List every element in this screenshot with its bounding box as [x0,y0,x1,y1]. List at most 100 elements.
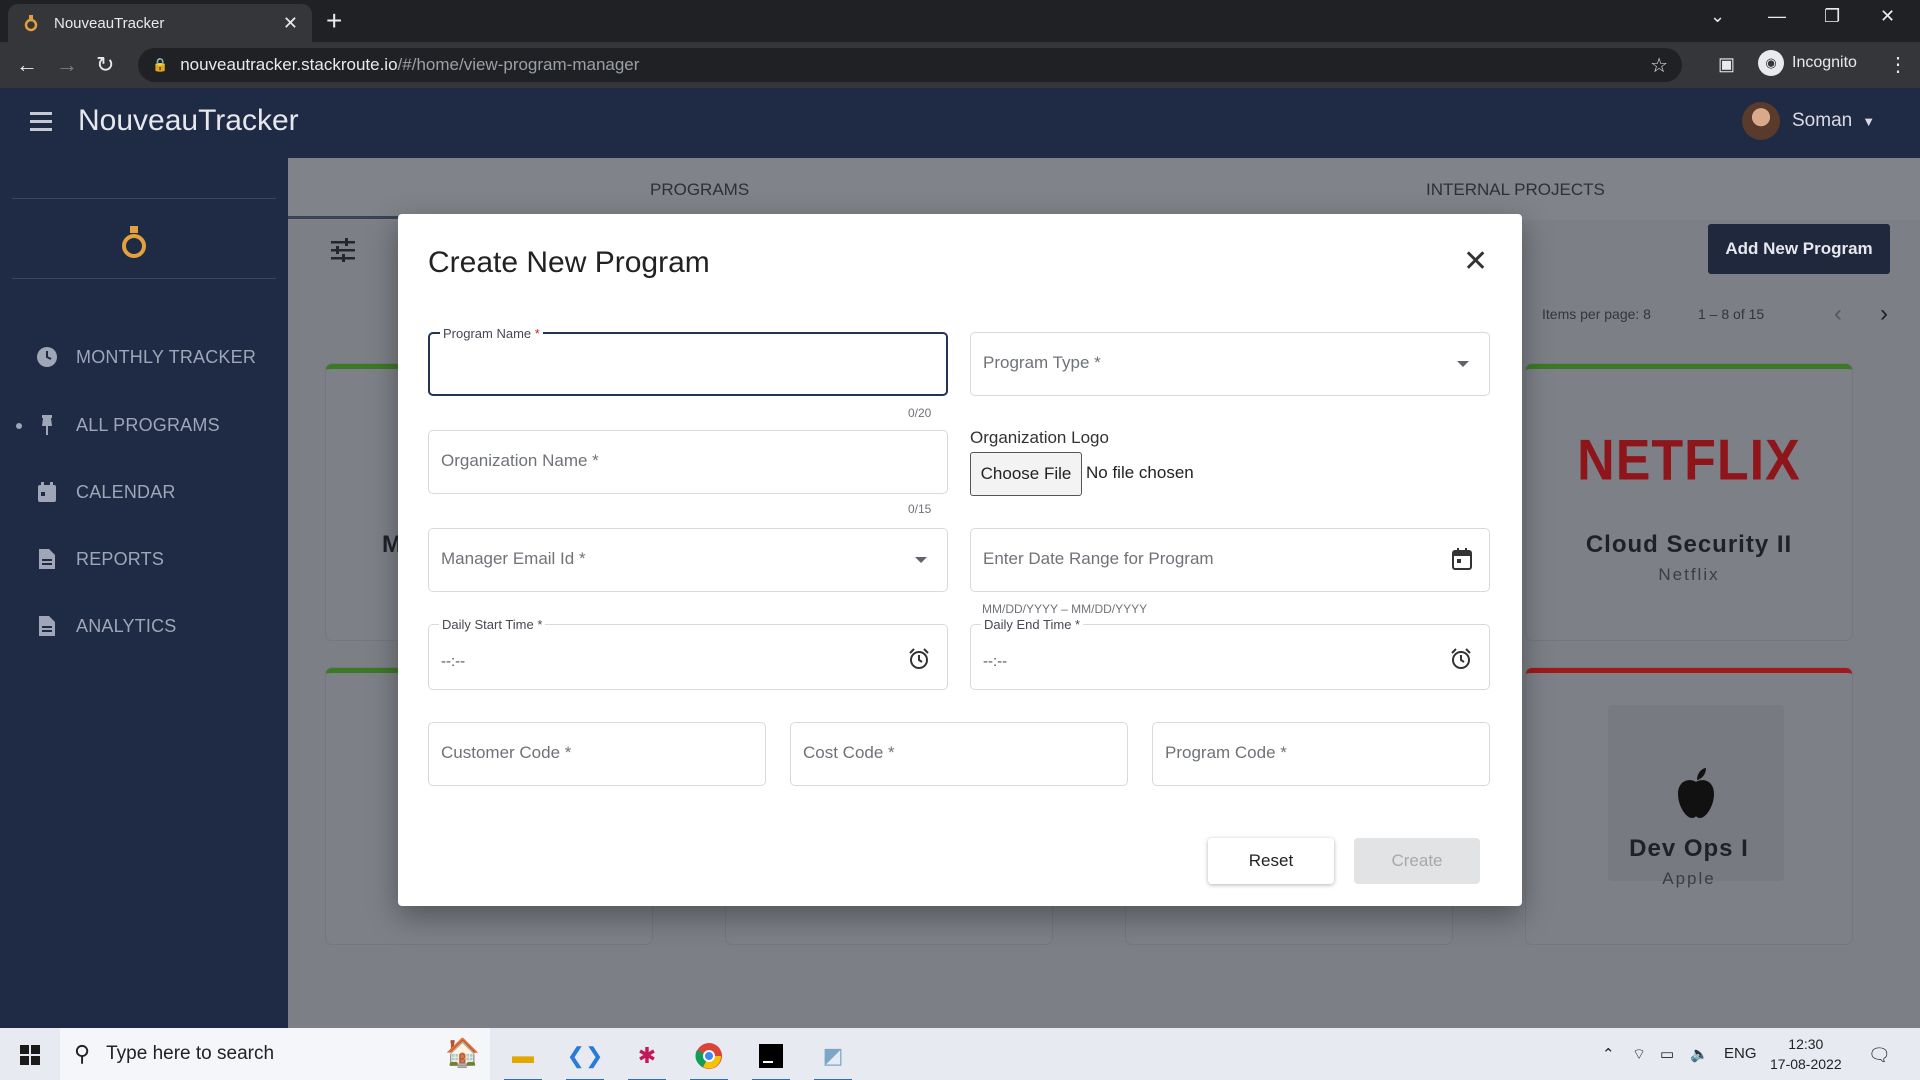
tab-programs[interactable]: PROGRAMS [650,180,749,200]
next-page-icon[interactable]: › [1880,300,1888,328]
date-range-field[interactable]: Enter Date Range for Program [970,528,1490,592]
incognito-indicator[interactable]: ◉ Incognito [1758,50,1857,76]
sidebar-item-label: ANALYTICS [76,615,177,636]
card-org: Netflix [1658,565,1720,584]
sidebar-item-analytics[interactable]: ANALYTICS [36,615,177,637]
program-name-field[interactable]: Program Name * [428,326,948,396]
browser-tab[interactable]: NouveauTracker ✕ [8,4,312,42]
daily-end-time-label: Daily End Time * [981,617,1084,632]
chrome-icon[interactable] [686,1036,732,1080]
new-tab-icon[interactable]: + [326,6,342,36]
daily-start-time-value: --:-- [441,653,466,670]
address-bar[interactable]: 🔒 nouveautracker.stackroute.io/#/home/vi… [138,48,1682,82]
daily-end-time-field[interactable]: Daily End Time * --:-- [970,617,1490,690]
sidebar-item-all-programs[interactable]: ALL PROGRAMS [36,414,220,436]
search-highlight-icon: 🏠 [445,1037,480,1068]
taskbar: ⚲ Type here to search 🏠 ▬ ❮❯ ✱ ◩ ⌃ ⌔ ▭ 🔈… [0,1028,1920,1080]
chevron-down-icon [1457,361,1469,367]
cost-code-placeholder: Cost Code * [803,743,895,762]
clock-icon [36,346,58,368]
incognito-icon: ◉ [1758,50,1784,76]
browser-toolbar: ← → ↻ 🔒 nouveautracker.stackroute.io/#/h… [0,42,1920,88]
taskbar-search[interactable]: ⚲ Type here to search 🏠 [60,1028,490,1080]
slack-icon[interactable]: ✱ [624,1036,670,1080]
manager-email-select[interactable]: Manager Email Id * [428,528,948,592]
filter-icon[interactable] [330,238,356,269]
tab-internal-projects[interactable]: INTERNAL PROJECTS [1426,180,1605,200]
pin-icon [36,414,58,436]
dialog-title: Create New Program [428,246,710,279]
program-card-apple[interactable]: Dev Ops I Apple [1526,668,1852,944]
program-name-label: Program Name * [440,326,543,341]
intellij-icon[interactable] [748,1036,794,1080]
window-close-icon[interactable]: ✕ [1880,6,1895,27]
hamburger-menu-icon[interactable] [30,112,52,136]
battery-icon[interactable]: ▭ [1660,1045,1674,1063]
site-favicon-icon [22,14,40,32]
daily-start-time-field[interactable]: Daily Start Time * --:-- [428,617,948,690]
program-name-counter: 0/20 [908,406,932,420]
divider [12,278,276,279]
back-icon[interactable]: ← [16,52,38,78]
organization-logo-label: Organization Logo [970,428,1109,447]
browser-menu-icon[interactable]: ⋮ [1888,52,1908,77]
program-card-netflix[interactable]: NETFLIX Cloud Security II Netflix [1526,364,1852,640]
chevron-down-icon [915,557,927,563]
incognito-label: Incognito [1792,54,1857,71]
sidebar-item-monthly-tracker[interactable]: MONTHLY TRACKER [36,346,256,368]
side-panel-icon[interactable]: ▣ [1718,54,1735,75]
daily-end-time-value: --:-- [983,653,1008,670]
alarm-clock-icon[interactable] [907,647,931,677]
cost-code-field[interactable]: Cost Code * [790,722,1128,786]
manager-email-placeholder: Manager Email Id * [441,549,586,568]
reset-button[interactable]: Reset [1208,838,1334,884]
customer-code-field[interactable]: Customer Code * [428,722,766,786]
chevron-up-icon[interactable]: ⌃ [1602,1045,1615,1063]
volume-icon[interactable]: 🔈 [1690,1045,1709,1063]
network-icon[interactable]: ⌔ [1632,1045,1646,1064]
items-per-page-label: Items per page: [1542,306,1640,322]
tab-search-icon[interactable]: ⌄ [1710,6,1725,27]
organization-name-field[interactable]: Organization Name * [428,430,948,494]
sidebar-item-reports[interactable]: REPORTS [36,548,164,570]
customer-code-placeholder: Customer Code * [441,743,572,762]
sidebar-item-label: CALENDAR [76,481,176,502]
reload-icon[interactable]: ↻ [96,52,114,78]
tab-close-icon[interactable]: ✕ [283,13,298,34]
forward-icon[interactable]: → [56,52,78,78]
clock[interactable]: 12:30 17-08-2022 [1770,1034,1842,1074]
restore-icon[interactable]: ❐ [1824,6,1840,27]
language-indicator[interactable]: ENG [1724,1045,1757,1062]
clock-time: 12:30 [1788,1036,1824,1052]
search-icon: ⚲ [74,1041,91,1066]
bookmark-star-icon[interactable]: ☆ [1650,53,1668,78]
items-per-page-value[interactable]: 8 [1643,306,1651,322]
create-button[interactable]: Create [1354,838,1480,884]
alarm-clock-icon[interactable] [1449,647,1473,677]
app-icon[interactable]: ◩ [810,1036,856,1080]
clock-date: 17-08-2022 [1770,1056,1842,1072]
date-range-placeholder: Enter Date Range for Program [983,549,1214,568]
file-explorer-icon[interactable]: ▬ [500,1036,546,1080]
sidebar-item-calendar[interactable]: CALENDAR [36,481,176,503]
program-code-field[interactable]: Program Code * [1152,722,1490,786]
avatar [1742,102,1780,140]
choose-file-button[interactable]: Choose File [970,452,1082,496]
add-new-program-button[interactable]: Add New Program [1708,224,1890,274]
url-text: nouveautracker.stackroute.io/#/home/view… [180,55,640,74]
divider [12,198,276,199]
program-type-select[interactable]: Program Type * [970,332,1490,396]
organization-name-placeholder: Organization Name * [441,451,599,470]
search-placeholder: Type here to search [106,1043,275,1064]
prev-page-icon[interactable]: ‹ [1834,300,1842,328]
windows-start-icon[interactable] [20,1045,40,1065]
user-menu[interactable]: Soman ▼ [1742,102,1875,140]
minimize-icon[interactable]: — [1768,6,1786,27]
create-program-dialog: Create New Program ✕ Program Name * 0/20… [398,214,1522,906]
notifications-icon[interactable]: 🗨 [1868,1045,1891,1066]
calendar-icon[interactable] [1451,547,1473,577]
vscode-icon[interactable]: ❮❯ [562,1036,608,1080]
close-icon[interactable]: ✕ [1463,244,1488,279]
card-title: Dev Ops I [1629,835,1749,862]
user-name: Soman [1792,110,1853,131]
